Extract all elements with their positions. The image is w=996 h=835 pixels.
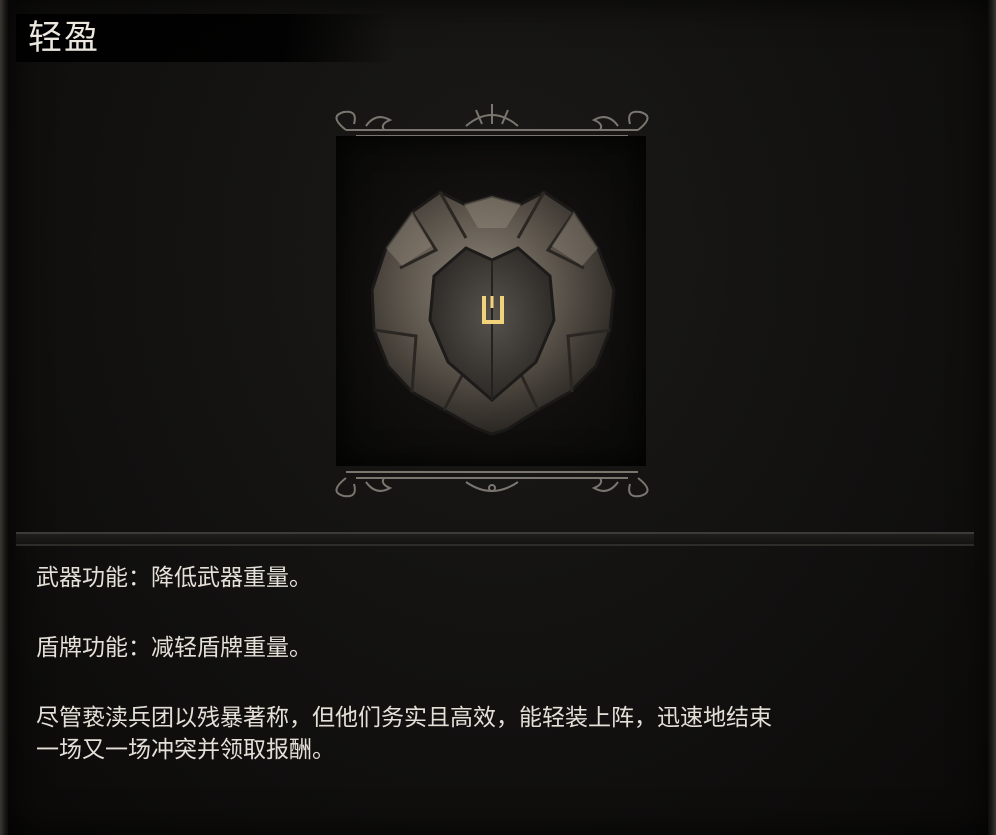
lore-text-line-2: 一场又一场冲突并领取报酬。 [36,737,335,763]
section-divider [16,532,974,546]
lore-text-line-1: 尽管亵渎兵团以残暴著称，但他们务实且高效，能轻装上阵，迅速地结束 [36,705,772,731]
item-name: 轻盈 [28,18,100,58]
item-artwork [316,100,668,505]
rune-shield-icon [370,190,616,436]
item-description: 武器功能：降低武器重量。 盾牌功能：减轻盾牌重量。 尽管亵渎兵团以残暴著称，但他… [36,562,956,766]
weapon-effect-text: 武器功能：降低武器重量。 [36,565,312,591]
shield-effect-text: 盾牌功能：减轻盾牌重量。 [36,635,312,661]
panel-right-edge [988,0,996,835]
panel-left-edge [0,0,8,835]
